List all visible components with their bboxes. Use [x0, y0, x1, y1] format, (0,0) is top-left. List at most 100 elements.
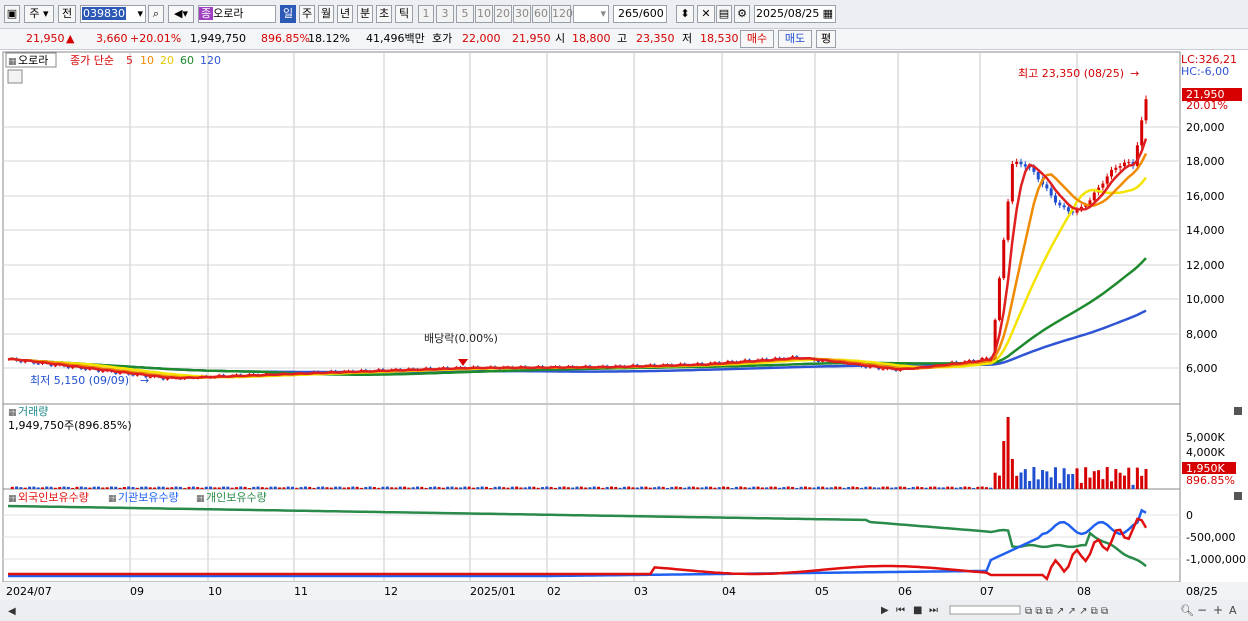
volume-bar: [497, 486, 501, 489]
prev-button[interactable]: 전: [58, 5, 76, 23]
volume-bar: [575, 486, 579, 489]
volume-bar: [773, 486, 777, 489]
volume-bar: [273, 486, 277, 489]
stock-code-input[interactable]: 039830 ▾: [80, 5, 146, 23]
volume-bar: [222, 486, 226, 489]
period-week-button[interactable]: 주: [299, 5, 315, 23]
volume-bar: [299, 487, 303, 489]
interval-5-button[interactable]: 5: [456, 5, 474, 23]
volume-bar: [1105, 467, 1109, 489]
scroll-left-icon[interactable]: ◀: [8, 606, 16, 617]
minus-icon[interactable]: −: [1197, 603, 1207, 617]
interval-1-button[interactable]: 1: [418, 5, 434, 23]
volume-bar: [976, 486, 980, 489]
chart-menu-icon[interactable]: ▣: [4, 5, 20, 23]
volume-bar: [359, 487, 363, 489]
volume-bar: [640, 486, 644, 489]
volume-bar: [329, 487, 333, 489]
period-minute-button[interactable]: 분: [357, 5, 373, 23]
x-axis-label: 2024/07: [6, 585, 52, 598]
candle-body: [1127, 162, 1131, 164]
eval-button[interactable]: 평: [816, 30, 836, 48]
save-icon[interactable]: ▤: [716, 5, 732, 23]
volume-bar: [170, 487, 174, 489]
search-icon[interactable]: ⌕: [148, 5, 164, 23]
zoom-slider[interactable]: [949, 605, 1021, 615]
sell-button[interactable]: 매도: [778, 30, 812, 48]
volume-bar: [122, 486, 126, 489]
volume-bar: [1088, 477, 1092, 489]
hoga-label: 호가: [432, 32, 453, 45]
count-field[interactable]: 265/600: [613, 5, 667, 23]
volume-bar: [928, 486, 932, 489]
volume-bar: [528, 486, 532, 489]
volume-bar: [696, 487, 700, 489]
volume-bar: [191, 486, 195, 489]
period-year-button[interactable]: 년: [337, 5, 353, 23]
speaker-icon[interactable]: ◀▾: [168, 5, 194, 23]
turnover-rate: 18.12%: [308, 32, 350, 45]
ma60-legend: 60: [180, 54, 194, 67]
volume-bar: [161, 486, 165, 489]
gear-icon[interactable]: ⚙: [734, 5, 750, 23]
interval-30-button[interactable]: 30: [513, 5, 531, 23]
price-tick: 12,000: [1186, 259, 1225, 272]
candle-body: [1092, 192, 1096, 201]
calculator-icon[interactable]: [7, 69, 23, 84]
chart-type-label: 주: [29, 7, 40, 20]
period-month-button[interactable]: 월: [318, 5, 334, 23]
volume-tick: 5,000K: [1186, 431, 1225, 444]
hc-label: HC:-6,00: [1181, 65, 1229, 78]
text-tool-icon[interactable]: A: [1229, 604, 1237, 617]
dropdown-arrow-icon: ▾: [137, 7, 143, 20]
zoom-out-icon[interactable]: 🔍︎: [1180, 604, 1194, 617]
first-icon[interactable]: ⏮: [896, 605, 905, 616]
date-field[interactable]: 2025/08/25 ▦: [754, 5, 836, 23]
candle-body: [53, 365, 57, 367]
candle-body: [997, 278, 1001, 320]
volume-bar: [553, 487, 557, 489]
buy-button[interactable]: 매수: [740, 30, 774, 48]
period-day-button[interactable]: 일: [280, 5, 296, 23]
last-icon[interactable]: ⏭: [929, 605, 938, 616]
volume-bar: [62, 486, 66, 489]
interval-120-button[interactable]: 120: [551, 5, 573, 23]
interval-20-button[interactable]: 20: [494, 5, 512, 23]
volume-bar: [709, 486, 713, 489]
chart-type-select[interactable]: 주 ▾: [24, 5, 54, 23]
volume-close-icon[interactable]: [1234, 407, 1242, 415]
volume-bar: [627, 486, 631, 489]
interval-10-button[interactable]: 10: [475, 5, 493, 23]
volume-bar: [653, 487, 657, 489]
period-second-button[interactable]: 초: [376, 5, 392, 23]
volume-bar: [183, 487, 187, 489]
layout-icons[interactable]: ⧉ ⧉ ⧉ ↗ ↗ ↗ ⧉ ⧉: [1025, 606, 1108, 617]
interval-3-button[interactable]: 3: [436, 5, 454, 23]
volume-bar: [355, 486, 359, 489]
custom-interval-select[interactable]: ▾: [573, 5, 609, 23]
crosshair-icon[interactable]: ✕: [697, 5, 715, 23]
volume-bar: [493, 486, 497, 489]
volume-bar: [394, 487, 398, 489]
holding-close-icon[interactable]: [1234, 492, 1242, 500]
stock-name-field[interactable]: 종 오로라: [198, 5, 276, 23]
volume-bar: [187, 486, 191, 489]
volume-bar: [1071, 473, 1075, 489]
legend-sep-icon: ▦: [108, 494, 117, 504]
panel-icon: ▦: [8, 57, 17, 67]
volume-bar: [480, 486, 484, 489]
volume-bar: [1092, 471, 1096, 489]
stock-chart[interactable]: 오로라 ▦ 종가 단순 5 10 20 60 120 최고 23,350 (08…: [0, 50, 1248, 621]
scroll-right-icon[interactable]: ▶: [881, 605, 889, 616]
volume-bar: [178, 486, 182, 489]
volume-bar: [562, 486, 566, 489]
candle-icon[interactable]: ⬍: [676, 5, 694, 23]
interval-60-button[interactable]: 60: [532, 5, 550, 23]
holding-tick: -1,000,000: [1186, 553, 1246, 566]
stop-icon[interactable]: ■: [913, 605, 922, 616]
volume-bar: [795, 487, 799, 489]
plus-icon[interactable]: +: [1213, 603, 1223, 617]
volume-bar: [131, 487, 135, 489]
period-tick-button[interactable]: 틱: [395, 5, 413, 23]
volume-bar: [84, 487, 88, 489]
